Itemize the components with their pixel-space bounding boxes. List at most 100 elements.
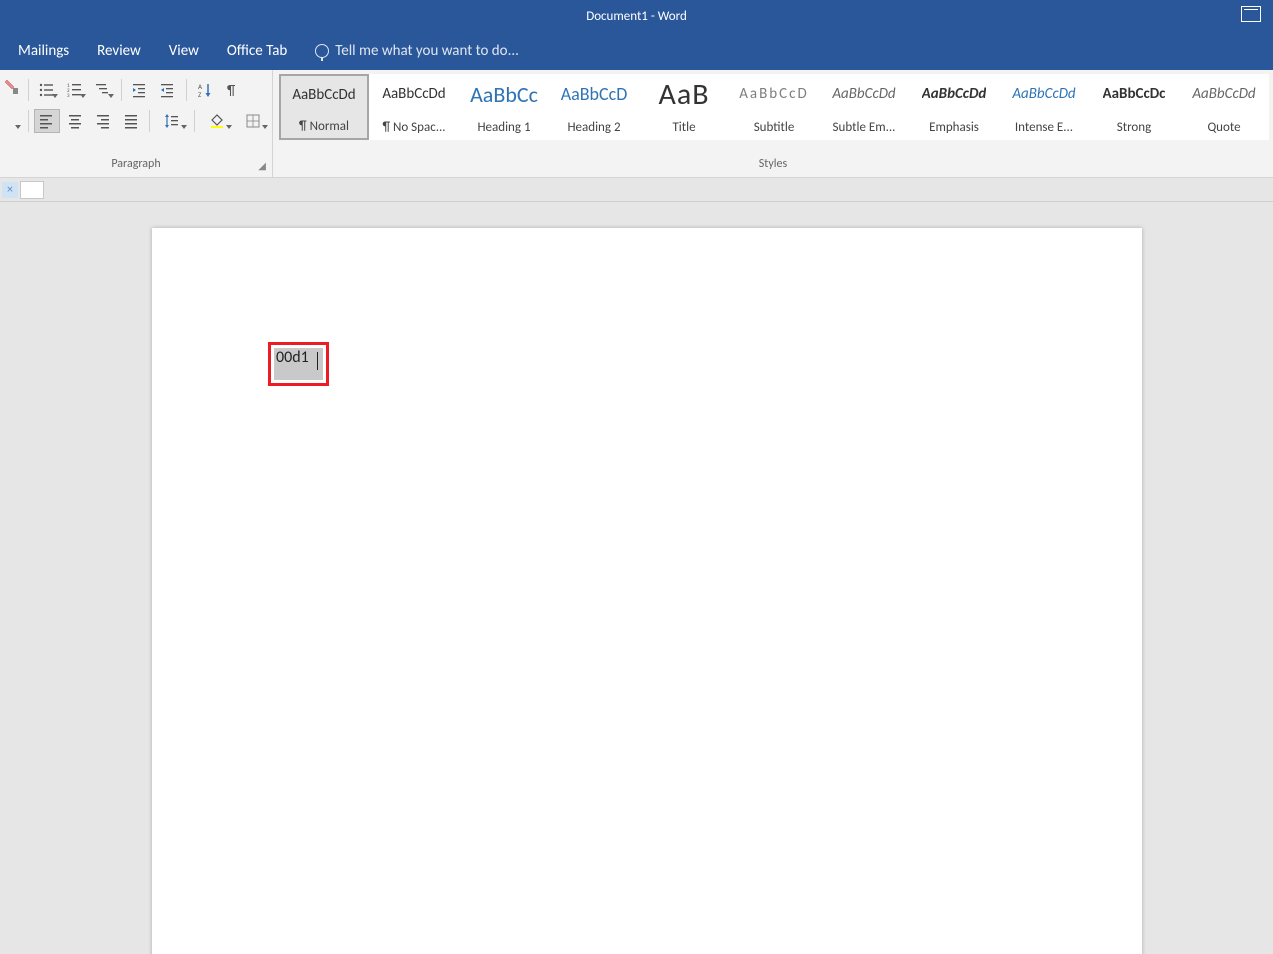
style-label: Strong xyxy=(1092,120,1176,135)
style-preview: AaBbCcDc xyxy=(1103,79,1166,109)
style-label: Subtle Em... xyxy=(822,120,906,135)
divider xyxy=(149,110,150,132)
align-center-icon xyxy=(67,113,83,129)
paragraph-group-label-row: Paragraph ◢ xyxy=(0,154,272,174)
styles-group-label: Styles xyxy=(759,157,787,171)
style-preview: AaB xyxy=(658,79,709,109)
borders-icon xyxy=(245,113,261,129)
divider xyxy=(121,79,122,101)
multilevel-list-button[interactable] xyxy=(90,78,116,102)
pilcrow-icon: ¶ xyxy=(225,82,241,98)
align-right-icon xyxy=(95,113,111,129)
font-more-button[interactable] xyxy=(5,109,23,133)
style-label: Heading 2 xyxy=(552,120,636,135)
shading-button[interactable] xyxy=(200,109,234,133)
decrease-indent-icon xyxy=(132,82,148,98)
lightbulb-icon xyxy=(315,44,329,58)
document-tab[interactable] xyxy=(20,181,44,199)
style-preview: AaBbCcDd xyxy=(832,79,895,109)
style-label: Subtitle xyxy=(732,120,816,135)
line-spacing-icon xyxy=(164,113,180,129)
style-intense[interactable]: AaBbCcDd Intense E... xyxy=(999,74,1089,140)
style-title[interactable]: AaB Title xyxy=(639,74,729,140)
divider xyxy=(28,110,29,132)
line-spacing-button[interactable] xyxy=(155,109,189,133)
tab-office-tab[interactable]: Office Tab xyxy=(213,32,301,70)
style-preview: AaBbCcDd xyxy=(1192,79,1255,109)
justify-button[interactable] xyxy=(118,109,144,133)
style-preview: AaBbCcDd xyxy=(922,79,987,109)
chevron-down-icon xyxy=(6,113,22,129)
style-strong[interactable]: AaBbCcDc Strong xyxy=(1089,74,1179,140)
title-bar: Document1 - Word xyxy=(0,0,1273,32)
multilevel-icon xyxy=(95,82,111,98)
style-normal[interactable]: AaBbCcDd ¶ Normal xyxy=(279,74,369,140)
text-cursor xyxy=(317,352,318,370)
ribbon-display-options[interactable] xyxy=(1241,6,1261,26)
document-area[interactable]: 00d1 xyxy=(0,202,1273,954)
style-label: Emphasis xyxy=(912,120,996,135)
tab-view[interactable]: View xyxy=(155,32,213,70)
style-preview: AaBbCcD xyxy=(739,79,808,109)
style-label: Intense E... xyxy=(1002,120,1086,135)
ribbon-options-icon xyxy=(1241,6,1261,22)
tell-me-search[interactable]: Tell me what you want to do... xyxy=(301,32,533,70)
justify-icon xyxy=(123,113,139,129)
paint-bucket-icon xyxy=(209,113,225,129)
annotation-highlight: 00d1 xyxy=(268,342,329,386)
selected-text[interactable]: 00d1 xyxy=(274,348,323,380)
numbering-button[interactable]: 123 xyxy=(62,78,88,102)
divider xyxy=(194,110,195,132)
style-quote[interactable]: AaBbCcDd Quote xyxy=(1179,74,1269,140)
document-text-content: 00d1 xyxy=(276,348,309,367)
window-title: Document1 - Word xyxy=(586,9,687,24)
sort-icon: AZ xyxy=(197,82,213,98)
style-head1[interactable]: AaBbCc Heading 1 xyxy=(459,74,549,140)
style-label: ¶ No Spac... xyxy=(372,120,456,135)
style-preview: AaBbCcD xyxy=(561,79,628,109)
increase-indent-icon xyxy=(160,82,176,98)
show-hide-marks-button[interactable]: ¶ xyxy=(220,78,246,102)
divider xyxy=(186,79,187,101)
format-painter-button[interactable] xyxy=(4,78,24,102)
styles-group-label-row: Styles xyxy=(273,154,1273,174)
tab-review[interactable]: Review xyxy=(83,32,155,70)
style-preview: AaBbCcDd xyxy=(382,79,445,109)
style-preview: AaBbCcDd xyxy=(1012,79,1075,109)
paragraph-group-label: Paragraph xyxy=(111,157,160,171)
style-label: ¶ Normal xyxy=(283,119,365,134)
bullets-button[interactable] xyxy=(34,78,60,102)
decrease-indent-button[interactable] xyxy=(127,78,153,102)
svg-text:¶: ¶ xyxy=(227,82,235,98)
style-label: Title xyxy=(642,120,726,135)
paragraph-dialog-launcher[interactable]: ◢ xyxy=(258,159,266,172)
ribbon-tabs: Mailings Review View Office Tab Tell me … xyxy=(0,32,1273,70)
tab-close-button[interactable]: × xyxy=(2,182,18,198)
style-preview: AaBbCc xyxy=(470,79,538,109)
bullets-icon xyxy=(39,82,55,98)
svg-text:3: 3 xyxy=(67,93,70,98)
group-paragraph: 123 AZ ¶ xyxy=(0,70,273,178)
style-nospace[interactable]: AaBbCcDd ¶ No Spac... xyxy=(369,74,459,140)
style-label: Heading 1 xyxy=(462,120,546,135)
align-left-button[interactable] xyxy=(34,109,60,133)
style-subtleem[interactable]: AaBbCcDd Subtle Em... xyxy=(819,74,909,140)
tab-mailings[interactable]: Mailings xyxy=(4,32,83,70)
svg-text:Z: Z xyxy=(198,90,202,98)
brush-icon xyxy=(4,78,22,96)
style-emphasis[interactable]: AaBbCcDd Emphasis xyxy=(909,74,999,140)
style-subtitle[interactable]: AaBbCcD Subtitle xyxy=(729,74,819,140)
increase-indent-button[interactable] xyxy=(155,78,181,102)
document-page[interactable]: 00d1 xyxy=(152,228,1142,954)
style-label: Quote xyxy=(1182,120,1266,135)
style-preview: AaBbCcDd xyxy=(292,80,355,110)
borders-button[interactable] xyxy=(236,109,270,133)
styles-gallery: AaBbCcDd¶ NormalAaBbCcDd¶ No Spac...AaBb… xyxy=(279,74,1269,146)
style-head2[interactable]: AaBbCcD Heading 2 xyxy=(549,74,639,140)
align-center-button[interactable] xyxy=(62,109,88,133)
divider xyxy=(28,79,29,101)
align-right-button[interactable] xyxy=(90,109,116,133)
numbering-icon: 123 xyxy=(67,82,83,98)
align-left-icon xyxy=(39,113,55,129)
sort-button[interactable]: AZ xyxy=(192,78,218,102)
